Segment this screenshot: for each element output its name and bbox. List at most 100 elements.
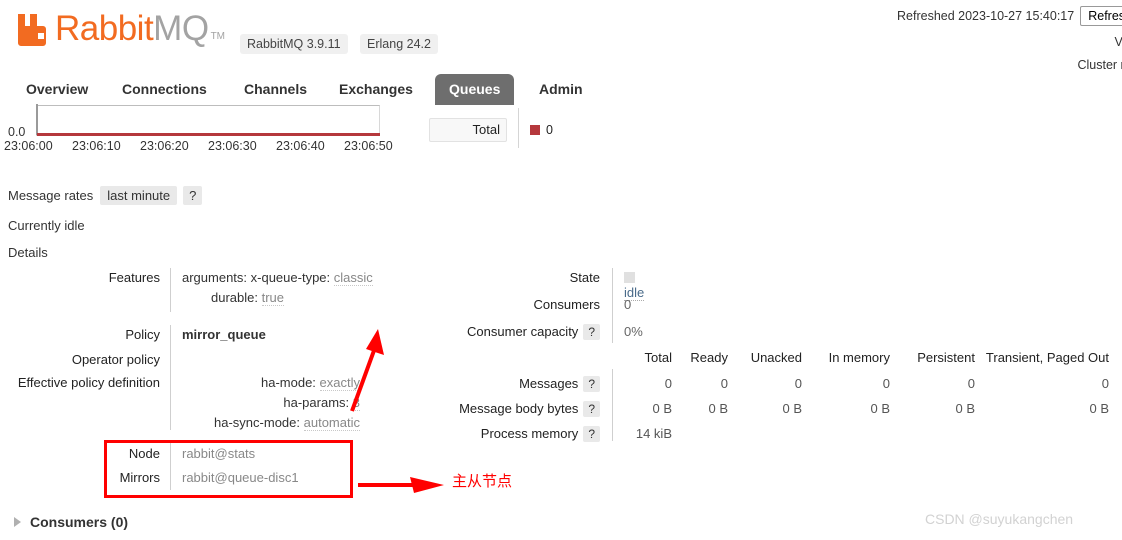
- stats-column-header: Unacked: [750, 350, 802, 365]
- chart-y-min-label: 0.0: [8, 125, 26, 139]
- chart-y-axis: [36, 104, 38, 135]
- stats-row-label-text: Message body bytes: [459, 401, 579, 416]
- chart-x-tick: 23:06:30: [208, 139, 257, 153]
- version-badges: RabbitMQ 3.9.11 Erlang 24.2: [232, 34, 438, 54]
- stats-cell: 0 B: [782, 401, 802, 416]
- state-indicator-icon: [624, 272, 635, 283]
- stats-column-header: Ready: [690, 350, 728, 365]
- tab-admin[interactable]: Admin: [525, 74, 597, 105]
- currently-idle-text: Currently idle: [8, 218, 85, 233]
- stats-row-process-memory: Process memory? 14 kiB: [440, 426, 1122, 442]
- stats-column-header: In memory: [828, 350, 890, 365]
- policy-label: Policy: [125, 327, 160, 342]
- message-rates-controls: Message rates last minute ?: [8, 186, 203, 205]
- features-divider: [170, 268, 171, 312]
- rabbitmq-management-page: RabbitMQ TM RabbitMQ 3.9.11 Erlang 24.2 …: [0, 0, 1122, 540]
- stats-row-label: Message body bytes?: [440, 401, 612, 417]
- annotation-arrow-nodes: [358, 477, 444, 493]
- stats-row-messages: Messages? 0 0 0 0 0 0: [440, 376, 1122, 392]
- mirrors-value: rabbit@queue-disc1: [182, 470, 299, 485]
- consumer-capacity-value: 0%: [624, 324, 643, 339]
- policy-definition-row: ha-params: 3: [110, 395, 360, 411]
- refresh-button[interactable]: Refresh: [1080, 6, 1122, 26]
- logo-tm-mark: TM: [210, 31, 226, 42]
- consumers-value: 0: [624, 297, 632, 312]
- message-body-bytes-help-icon[interactable]: ?: [583, 401, 600, 417]
- stats-cell: 0: [882, 376, 890, 391]
- stats-cell: 14 kiB: [635, 426, 672, 441]
- messages-help-icon[interactable]: ?: [583, 376, 600, 392]
- chart-legend: 0: [530, 123, 553, 137]
- message-rates-label: Message rates: [8, 188, 94, 203]
- header-status-area: Refreshed 2023-10-27 15:40:17 Refresh Vi…: [897, 6, 1122, 72]
- stats-header-spacer: [440, 350, 612, 365]
- stats-cell: 0 B: [870, 401, 890, 416]
- rabbit-logo-icon: [18, 14, 46, 46]
- stats-cell: 0 B: [1089, 401, 1109, 416]
- consumers-label: Consumers: [533, 297, 600, 312]
- stats-column-header: Total: [644, 350, 672, 365]
- chart-total-button[interactable]: Total: [429, 118, 507, 142]
- legend-divider: [518, 108, 519, 148]
- chart-x-tick: 23:06:10: [72, 139, 121, 153]
- rabbitmq-logo[interactable]: RabbitMQ TM: [14, 9, 226, 48]
- state-label: State: [569, 270, 600, 285]
- status-divider: [612, 268, 613, 343]
- stats-cell: 0: [720, 376, 728, 391]
- stats-row-label-text: Messages: [519, 376, 579, 391]
- annotation-chinese-note: 主从节点: [452, 472, 513, 490]
- erlang-version-badge: Erlang 24.2: [360, 34, 438, 54]
- feature-value: true: [261, 290, 285, 306]
- page-header: RabbitMQ TM RabbitMQ 3.9.11 Erlang 24.2 …: [0, 0, 1122, 72]
- policy-definition-row: ha-sync-mode: automatic: [110, 415, 360, 431]
- annotation-arrow-policy: [350, 329, 384, 412]
- consumer-capacity-text: Consumer capacity: [467, 324, 579, 339]
- node-label: Node: [128, 446, 160, 461]
- details-heading: Details: [8, 245, 48, 260]
- stats-row-message-body-bytes: Message body bytes? 0 B 0 B 0 B 0 B 0 B …: [440, 401, 1122, 417]
- feature-row: arguments: x-queue-type: classic: [182, 270, 373, 286]
- mirrors-label: Mirrors: [119, 470, 160, 485]
- operator-policy-label: Operator policy: [71, 352, 160, 367]
- stats-cell: 0 B: [652, 401, 672, 416]
- process-memory-help-icon[interactable]: ?: [583, 426, 600, 442]
- legend-value: 0: [546, 123, 553, 137]
- logo-mq-text: MQ: [153, 9, 209, 48]
- stats-cell: 0 B: [708, 401, 728, 416]
- cluster-prefix: Cluster: [1077, 58, 1121, 72]
- rates-period-selector[interactable]: last minute: [100, 186, 178, 205]
- rates-help-icon[interactable]: ?: [183, 186, 203, 205]
- policy-definition-key: ha-sync-mode:: [214, 415, 300, 430]
- logo-rabbit-text: Rabbit: [55, 9, 154, 48]
- tab-exchanges[interactable]: Exchanges: [325, 74, 427, 105]
- stats-row-label-text: Process memory: [480, 426, 579, 441]
- features-label: Features: [108, 270, 160, 285]
- refresh-row: Refreshed 2023-10-27 15:40:17 Refresh: [897, 6, 1122, 26]
- chart-plot-area: [36, 105, 380, 136]
- feature-key: arguments: x-queue-type:: [182, 270, 331, 285]
- node-value: rabbit@stats: [182, 446, 256, 461]
- policy-value[interactable]: mirror_queue: [182, 327, 266, 342]
- message-rate-chart: 0.0 23:06:00 23:06:10 23:06:20 23:06:30 23:0…: [0, 104, 1122, 154]
- stats-cell: 0: [1101, 376, 1109, 391]
- state-value-wrap: idle: [624, 270, 645, 301]
- tab-connections[interactable]: Connections: [108, 74, 221, 105]
- tab-channels[interactable]: Channels: [230, 74, 321, 105]
- chart-x-tick: 23:06:40: [276, 139, 325, 153]
- node-divider: [170, 442, 171, 490]
- consumers-section-label: Consumers (0): [30, 514, 129, 530]
- consumer-capacity-label: Consumer capacity?: [440, 324, 612, 340]
- effective-policy-values: ha-mode: exactly ha-params: 3 ha-sync-mo…: [110, 375, 360, 435]
- chart-x-tick: 23:06:20: [140, 139, 189, 153]
- tab-queues[interactable]: Queues: [435, 74, 515, 105]
- chart-x-axis-labels: 23:06:00 23:06:10 23:06:20 23:06:30 23:06:40…: [4, 139, 412, 153]
- cluster-label: Cluster rab: [897, 58, 1122, 72]
- consumer-capacity-help-icon[interactable]: ?: [583, 324, 600, 340]
- stats-cell: 0: [794, 376, 802, 391]
- tab-overview[interactable]: Overview: [12, 74, 102, 105]
- stats-header-row: Total Ready Unacked In memory Persistent…: [440, 350, 1122, 365]
- consumers-section-toggle[interactable]: Consumers (0): [14, 514, 128, 530]
- main-nav-tabs: Overview Connections Channels Exchanges …: [0, 74, 1122, 106]
- csdn-watermark: CSDN @suyukangchen: [925, 511, 1074, 527]
- policy-definition-row: ha-mode: exactly: [110, 375, 360, 391]
